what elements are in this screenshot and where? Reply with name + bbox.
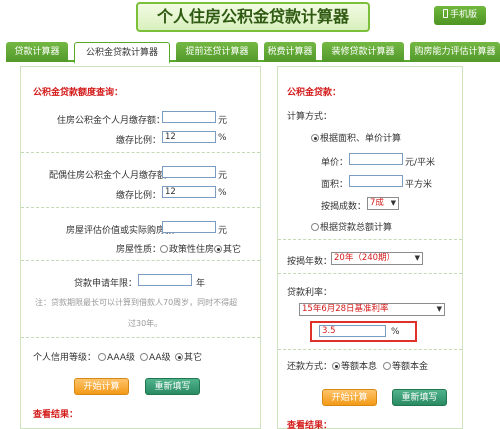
radio-icon[interactable] <box>383 362 391 370</box>
house-type-policy-option[interactable]: 政策性住房 <box>160 242 214 255</box>
rate-unit: % <box>391 327 400 337</box>
percent-select[interactable]: 7成 ▼ <box>367 197 399 210</box>
credit-other-option[interactable]: 其它 <box>175 350 202 363</box>
radio-selected-icon[interactable] <box>311 134 319 142</box>
divider <box>21 337 260 338</box>
calc-method-label: 计算方式： <box>287 112 333 122</box>
tab-loan-calculator[interactable]: 贷款计算器 <box>6 42 68 62</box>
start-calc-button[interactable]: 开始计算 <box>74 378 129 395</box>
tab-provident-fund-calculator[interactable]: 公积金贷款计算器 <box>74 42 170 64</box>
divider <box>21 207 260 208</box>
unit-yuan: 元 <box>218 116 228 126</box>
unit-price-label: 单价： <box>321 158 349 168</box>
percent-label: 按揭成数： <box>321 202 367 212</box>
loan-section-title: 公积金贷款： <box>287 88 342 98</box>
repay-label: 还款方式： <box>287 362 333 372</box>
term-unit: 年 <box>196 279 206 289</box>
tab-renovation-loan-calculator[interactable]: 装修贷款计算器 <box>322 42 404 62</box>
rate-input[interactable]: 3.5 <box>319 325 386 337</box>
repay-equal-installment-option[interactable]: 等额本息 <box>332 359 377 372</box>
area-unit: 平方米 <box>405 180 433 190</box>
years-select[interactable]: 20年（240期） ▼ <box>331 252 423 265</box>
personal-deposit-label: 住房公积金个人月缴存额： <box>57 116 166 126</box>
radio-selected-icon[interactable] <box>332 362 340 370</box>
radio-icon[interactable] <box>160 245 168 253</box>
repay-equal-principal-option[interactable]: 等额本金 <box>383 359 428 372</box>
area-input[interactable] <box>349 175 403 187</box>
reset-button[interactable]: 重新填写 <box>145 378 200 395</box>
spouse-deposit-input[interactable] <box>162 166 216 178</box>
radio-icon[interactable] <box>311 223 319 231</box>
term-label: 贷款申请年限： <box>74 279 138 289</box>
personal-deposit-input[interactable] <box>162 111 216 123</box>
term-input[interactable] <box>138 274 192 286</box>
tab-tax-calculator[interactable]: 税费计算器 <box>264 42 316 62</box>
rate-select[interactable]: 15年6月28日基准利率 ▼ <box>299 303 445 316</box>
mobile-version-label: 手机版 <box>449 10 477 20</box>
method-area-option[interactable]: 根据面积、单价计算 <box>311 131 401 144</box>
radio-selected-icon[interactable] <box>214 245 222 253</box>
area-label: 面积： <box>321 180 349 190</box>
unit-percent: % <box>218 188 227 198</box>
term-note-line1: 注：贷款期限最长可以计算到借款人70周岁，同时不得超 <box>35 298 238 307</box>
calculator-tabs: 贷款计算器 公积金贷款计算器 提前还贷计算器 税费计算器 装修贷款计算器 购房能… <box>6 42 500 64</box>
result-title: 查看结果： <box>287 421 333 429</box>
credit-label: 个人信用等级： <box>33 353 97 363</box>
credit-aaa-option[interactable]: AAA级 <box>98 350 135 363</box>
page-title: 个人住房公积金贷款计算器 <box>136 2 370 32</box>
chevron-down-icon: ▼ <box>414 254 420 262</box>
spouse-ratio-input[interactable]: 12 <box>162 186 216 198</box>
house-type-other-option[interactable]: 其它 <box>214 242 241 255</box>
fund-loan-panel: 公积金贷款： 计算方式： 根据面积、单价计算 单价： 元/平米 面积： 平方米 … <box>277 66 463 429</box>
unit-percent: % <box>218 133 227 143</box>
phone-icon <box>442 9 448 18</box>
radio-icon[interactable] <box>140 353 148 361</box>
divider <box>278 239 462 240</box>
mobile-version-button[interactable]: 手机版 <box>434 6 486 25</box>
unit-price-unit: 元/平米 <box>405 158 436 168</box>
divider <box>278 349 462 350</box>
rate-label: 贷款利率： <box>287 288 333 298</box>
ratio-label: 缴存比例： <box>116 136 162 146</box>
spouse-deposit-label: 配偶住房公积金个人月缴存额： <box>49 171 176 181</box>
house-type-label: 房屋性质： <box>116 245 162 255</box>
radio-selected-icon[interactable] <box>175 353 183 361</box>
tab-prepayment-calculator[interactable]: 提前还贷计算器 <box>176 42 258 62</box>
unit-yuan: 元 <box>218 226 228 236</box>
fund-quota-panel: 公积金贷款额度查询： 住房公积金个人月缴存额： 元 缴存比例： 12 % 配偶住… <box>20 66 261 429</box>
radio-icon[interactable] <box>98 353 106 361</box>
unit-yuan: 元 <box>218 171 228 181</box>
tab-affordability-calculator[interactable]: 购房能力评估计算器 <box>410 42 500 62</box>
unit-price-input[interactable] <box>349 153 403 165</box>
quota-section-title: 公积金贷款额度查询： <box>33 88 124 98</box>
credit-aa-option[interactable]: AA级 <box>140 350 171 363</box>
divider <box>21 260 260 261</box>
result-title: 查看结果： <box>33 410 79 420</box>
years-label: 按揭年数： <box>287 257 333 267</box>
chevron-down-icon: ▼ <box>390 199 396 207</box>
reset-button[interactable]: 重新填写 <box>392 389 447 406</box>
ratio-input[interactable]: 12 <box>162 131 216 143</box>
term-note-line2: 过30年。 <box>128 319 163 328</box>
divider <box>278 273 462 274</box>
chevron-down-icon: ▼ <box>436 305 442 313</box>
start-calc-button[interactable]: 开始计算 <box>322 389 377 406</box>
divider <box>21 152 260 153</box>
spouse-ratio-label: 缴存比例： <box>116 191 162 201</box>
house-value-input[interactable] <box>162 221 216 233</box>
method-total-option[interactable]: 根据贷款总额计算 <box>311 220 392 233</box>
